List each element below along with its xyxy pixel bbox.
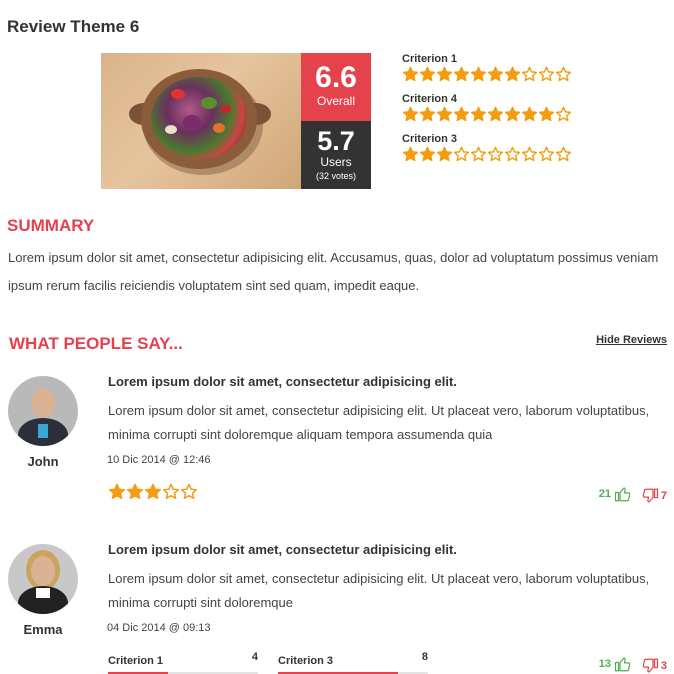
dislike-button[interactable]: 3 xyxy=(641,657,667,674)
like-button[interactable]: 21 xyxy=(599,485,632,503)
review-hero: 6.6 Overall 5.7 Users (32 votes) xyxy=(101,53,371,189)
star-empty-icon xyxy=(162,483,180,500)
star-filled-icon xyxy=(470,66,487,82)
summary-text: Lorem ipsum dolor sit amet, consectetur … xyxy=(8,250,659,293)
overall-score-box: 6.6 Overall xyxy=(301,53,371,121)
like-button[interactable]: 13 xyxy=(599,655,632,673)
users-label: Users xyxy=(320,155,352,169)
criterion-item: Criterion 1 xyxy=(402,52,582,92)
star-empty-icon xyxy=(487,146,504,162)
avatar xyxy=(8,376,78,446)
author-name: John xyxy=(27,454,59,469)
like-count: 13 xyxy=(598,658,611,670)
criterion-stars xyxy=(402,106,582,124)
dislike-count: 3 xyxy=(660,660,667,672)
thumbs-down-icon xyxy=(642,658,658,673)
star-empty-icon xyxy=(538,146,555,162)
users-score-box: 5.7 Users (32 votes) xyxy=(301,121,371,189)
star-filled-icon xyxy=(144,483,162,500)
star-empty-icon xyxy=(555,66,572,82)
star-empty-icon xyxy=(504,146,521,162)
thumbs-up-icon xyxy=(614,487,631,502)
dislike-button[interactable]: 7 xyxy=(641,487,667,505)
criterion-bar-label: Criterion 1 xyxy=(108,655,164,667)
star-empty-icon xyxy=(521,66,538,82)
star-filled-icon xyxy=(521,106,538,122)
star-filled-icon xyxy=(504,106,521,122)
page-title: Review Theme 6 xyxy=(7,17,140,36)
avatar xyxy=(8,544,78,614)
star-filled-icon xyxy=(436,106,453,122)
criterion-bar: Criterion 1 4 xyxy=(108,651,258,674)
star-empty-icon xyxy=(555,146,572,162)
star-filled-icon xyxy=(419,106,436,122)
criterion-bar-label: Criterion 3 xyxy=(278,655,334,667)
criterion-label: Criterion 4 xyxy=(402,93,458,105)
star-filled-icon xyxy=(108,483,126,500)
users-score: 5.7 xyxy=(317,126,355,156)
like-count: 21 xyxy=(598,488,611,500)
criterion-item: Criterion 4 xyxy=(402,92,582,132)
star-empty-icon xyxy=(470,146,487,162)
star-filled-icon xyxy=(402,106,419,122)
reviews-heading: WHAT PEOPLE SAY... xyxy=(9,334,183,353)
star-filled-icon xyxy=(470,106,487,122)
dislike-count: 7 xyxy=(660,490,667,502)
criterion-bar: Criterion 3 8 xyxy=(278,651,428,674)
star-filled-icon xyxy=(436,146,453,162)
criterion-label: Criterion 1 xyxy=(402,53,458,65)
users-votes: (32 votes) xyxy=(315,171,357,181)
star-empty-icon xyxy=(180,483,198,500)
star-empty-icon xyxy=(521,146,538,162)
thumbs-down-icon xyxy=(642,488,658,503)
star-filled-icon xyxy=(487,66,504,82)
criterion-stars xyxy=(402,66,582,84)
review-rating-stars xyxy=(108,483,198,501)
criterion-stars xyxy=(402,146,582,164)
star-filled-icon xyxy=(126,483,144,500)
criteria-list: Criterion 1 Criterion 4 Criterion 3 xyxy=(402,52,582,172)
criterion-bar-value: 4 xyxy=(251,651,258,663)
star-filled-icon xyxy=(453,106,470,122)
star-filled-icon xyxy=(436,66,453,82)
star-filled-icon xyxy=(538,106,555,122)
overall-label: Overall xyxy=(316,94,355,108)
author-name: Emma xyxy=(23,622,63,637)
star-filled-icon xyxy=(504,66,521,82)
summary-heading: SUMMARY xyxy=(7,216,95,235)
criterion-item: Criterion 3 xyxy=(402,132,582,172)
star-empty-icon xyxy=(555,106,572,122)
thumbs-up-icon xyxy=(614,657,631,672)
review-title: Lorem ipsum dolor sit amet, consectetur … xyxy=(108,542,457,557)
food-bowl-image xyxy=(101,53,301,189)
review-title: Lorem ipsum dolor sit amet, consectetur … xyxy=(108,374,457,389)
criterion-bar-value: 8 xyxy=(421,651,428,663)
star-filled-icon xyxy=(419,146,436,162)
star-empty-icon xyxy=(538,66,555,82)
star-filled-icon xyxy=(402,66,419,82)
review-date: 10 Dic 2014 @ 12:46 xyxy=(107,454,211,466)
star-filled-icon xyxy=(402,146,419,162)
star-filled-icon xyxy=(419,66,436,82)
star-filled-icon xyxy=(487,106,504,122)
criterion-label: Criterion 3 xyxy=(402,133,458,145)
review-body: Lorem ipsum dolor sit amet, consectetur … xyxy=(108,571,650,610)
star-empty-icon xyxy=(453,146,470,162)
review-body: Lorem ipsum dolor sit amet, consectetur … xyxy=(108,403,650,442)
star-filled-icon xyxy=(453,66,470,82)
review-date: 04 Dic 2014 @ 09:13 xyxy=(107,622,211,634)
hide-reviews-link[interactable]: Hide Reviews xyxy=(596,334,667,346)
overall-score: 6.6 xyxy=(315,61,357,94)
